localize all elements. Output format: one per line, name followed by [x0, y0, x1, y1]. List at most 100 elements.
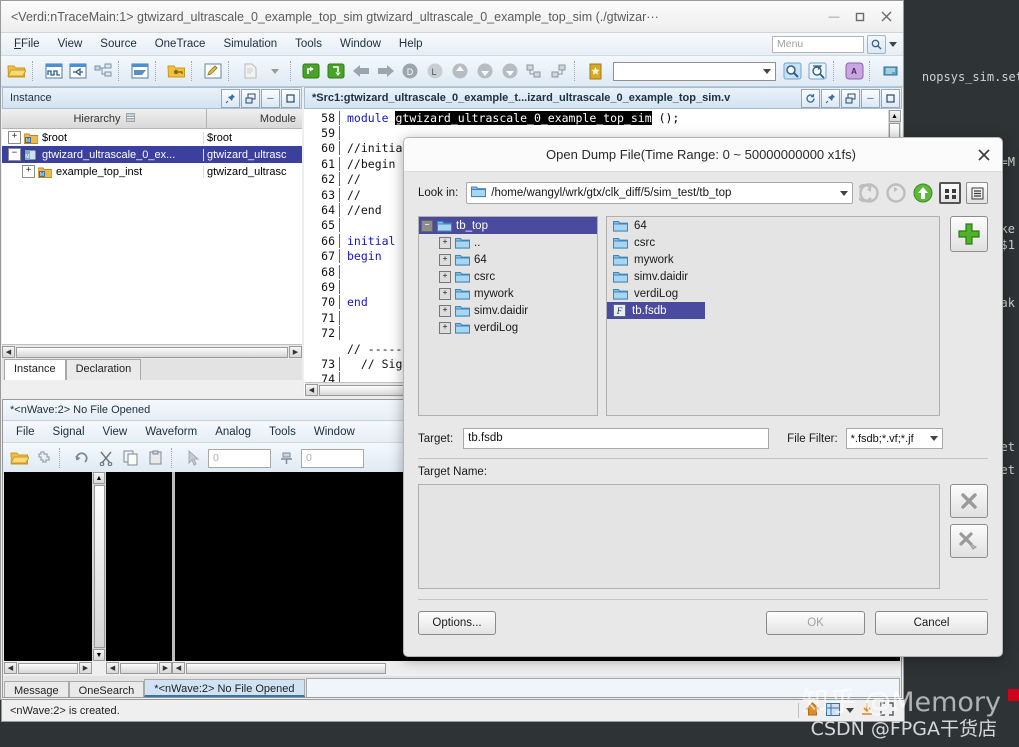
- undock-icon[interactable]: [241, 89, 260, 108]
- document-dropdown-icon[interactable]: [263, 59, 287, 83]
- pin-icon[interactable]: [821, 89, 840, 108]
- move-down-icon[interactable]: [473, 59, 497, 83]
- options-button[interactable]: Options...: [418, 611, 496, 635]
- paste-icon[interactable]: [144, 446, 168, 470]
- reload-icon[interactable]: [32, 446, 56, 470]
- home-icon[interactable]: [805, 702, 820, 719]
- target-name-list[interactable]: [418, 484, 940, 589]
- window-close-button[interactable]: [873, 6, 899, 28]
- menu-file[interactable]: FFileFile: [5, 36, 49, 52]
- signal-value-hscrollbar[interactable]: ◀ ▶: [106, 661, 172, 675]
- add-file-button[interactable]: [950, 216, 988, 252]
- scroll-left-icon[interactable]: ◀: [4, 662, 17, 674]
- directory-tree-row[interactable]: + 64: [419, 251, 597, 268]
- menu-search-icon[interactable]: [867, 35, 886, 54]
- window-minimize-button[interactable]: —: [821, 6, 847, 28]
- file-list-item[interactable]: 64: [607, 217, 939, 234]
- expander-icon[interactable]: +: [439, 237, 451, 249]
- lookin-combobox[interactable]: /home/wangyl/wrk/gtx/clk_diff/5/sim_test…: [466, 182, 853, 204]
- signal-name-hscrollbar[interactable]: ◀ ▶: [4, 661, 92, 675]
- scroll-up-icon[interactable]: ▲: [93, 472, 105, 484]
- waveform-icon[interactable]: [42, 59, 66, 83]
- apps-icon[interactable]: A: [843, 59, 867, 83]
- icon-view-button[interactable]: [939, 182, 961, 204]
- cut-icon[interactable]: [94, 446, 118, 470]
- copy-icon[interactable]: [119, 446, 143, 470]
- marker-icon[interactable]: [274, 446, 298, 470]
- menu-tools[interactable]: Tools: [286, 36, 331, 52]
- column-options-icon[interactable]: [126, 113, 135, 125]
- menu-onetrace[interactable]: OneTrace: [146, 36, 215, 52]
- undo-icon[interactable]: [69, 446, 93, 470]
- file-list-item[interactable]: verdiLog: [607, 285, 939, 302]
- expander-icon[interactable]: +: [439, 271, 451, 283]
- directory-tree-row[interactable]: + simv.daidir: [419, 302, 597, 319]
- scrollbar-thumb[interactable]: [94, 485, 105, 648]
- move-up-icon[interactable]: [448, 59, 472, 83]
- tab-onesearch[interactable]: OneSearch: [69, 681, 145, 697]
- tree-row[interactable]: − M gtwizard_ultrascale_0_ex... gtwizard…: [2, 146, 302, 163]
- directory-tree-row[interactable]: + ..: [419, 234, 597, 251]
- transaction-icon[interactable]: [128, 59, 152, 83]
- bookmark-icon[interactable]: [584, 59, 608, 83]
- expand-icon[interactable]: [880, 702, 894, 719]
- scrollbar-thumb[interactable]: [16, 347, 288, 358]
- tab-message[interactable]: Message: [4, 681, 69, 697]
- search-filter-icon[interactable]: [806, 59, 830, 83]
- forward-button[interactable]: [885, 182, 907, 204]
- scroll-left-icon[interactable]: ◀: [2, 346, 15, 358]
- directory-tree[interactable]: − tb_top + .. +: [418, 216, 598, 416]
- driver-icon[interactable]: D: [399, 59, 423, 83]
- menu-simulation[interactable]: Simulation: [214, 36, 286, 52]
- scrollbar-thumb[interactable]: [18, 663, 78, 674]
- expander-icon[interactable]: +: [439, 254, 451, 266]
- window-maximize-button[interactable]: [847, 6, 873, 28]
- ok-button[interactable]: OK: [766, 611, 865, 635]
- cursor-icon[interactable]: [181, 446, 205, 470]
- schematic-icon[interactable]: [66, 59, 90, 83]
- scroll-right-icon[interactable]: ▶: [289, 346, 302, 358]
- column-module[interactable]: Module: [207, 109, 302, 128]
- flow-icon[interactable]: [91, 59, 115, 83]
- chevron-down-icon[interactable]: [846, 708, 854, 713]
- wave-menu-file[interactable]: File: [7, 424, 44, 440]
- back-button[interactable]: [858, 182, 880, 204]
- undock-icon[interactable]: [841, 89, 860, 108]
- file-list-item[interactable]: simv.daidir: [607, 268, 939, 285]
- scroll-right-icon[interactable]: ▶: [159, 662, 172, 674]
- open-file-icon[interactable]: [7, 446, 31, 470]
- scroll-up-icon[interactable]: ▲: [889, 110, 901, 122]
- tab-nwave[interactable]: *<nWave:2> No File Opened: [144, 679, 304, 697]
- menu-help[interactable]: Help: [390, 36, 432, 52]
- scrollbar-thumb[interactable]: [120, 663, 158, 674]
- collapse-node-icon[interactable]: [547, 59, 571, 83]
- scroll-left-icon[interactable]: ◀: [172, 662, 185, 674]
- download-icon[interactable]: [860, 702, 874, 719]
- maximize-pane-icon[interactable]: [281, 89, 300, 108]
- toolbar-search-combo[interactable]: [613, 62, 776, 81]
- directory-tree-row[interactable]: + csrc: [419, 268, 597, 285]
- scrollbar-thumb[interactable]: [186, 663, 386, 674]
- search-icon[interactable]: [781, 59, 805, 83]
- directory-tree-row[interactable]: + verdiLog: [419, 319, 597, 336]
- open-file-icon[interactable]: [5, 59, 29, 83]
- signal-vertical-scrollbar[interactable]: ▲ ▼: [92, 472, 106, 661]
- expander-icon[interactable]: +: [8, 131, 21, 144]
- tree-row[interactable]: + M $root $root: [2, 129, 302, 146]
- waveform-hscrollbar[interactable]: ◀: [172, 661, 900, 675]
- file-list-item[interactable]: mywork: [607, 251, 939, 268]
- expander-icon[interactable]: +: [22, 165, 35, 178]
- wave-time-field-1[interactable]: 0: [208, 449, 271, 468]
- hierarchy-horizontal-scrollbar[interactable]: ◀ ▶: [2, 344, 302, 359]
- minimize-pane-icon[interactable]: ─: [861, 89, 880, 108]
- tab-declaration[interactable]: Declaration: [66, 359, 142, 380]
- minimize-pane-icon[interactable]: ─: [261, 89, 280, 108]
- wave-menu-analog[interactable]: Analog: [206, 424, 260, 440]
- window-layout-icon[interactable]: [826, 703, 840, 719]
- wave-time-field-2[interactable]: 0: [301, 449, 364, 468]
- wave-menu-window[interactable]: Window: [305, 424, 364, 440]
- file-list-item[interactable]: csrc: [607, 234, 939, 251]
- back-arrow-icon[interactable]: [349, 59, 373, 83]
- tree-row[interactable]: + M example_top_inst gtwizard_ultrasc: [2, 163, 302, 180]
- hierarchy-tree[interactable]: + M $root $root − M gtwizard_ultra: [2, 129, 302, 344]
